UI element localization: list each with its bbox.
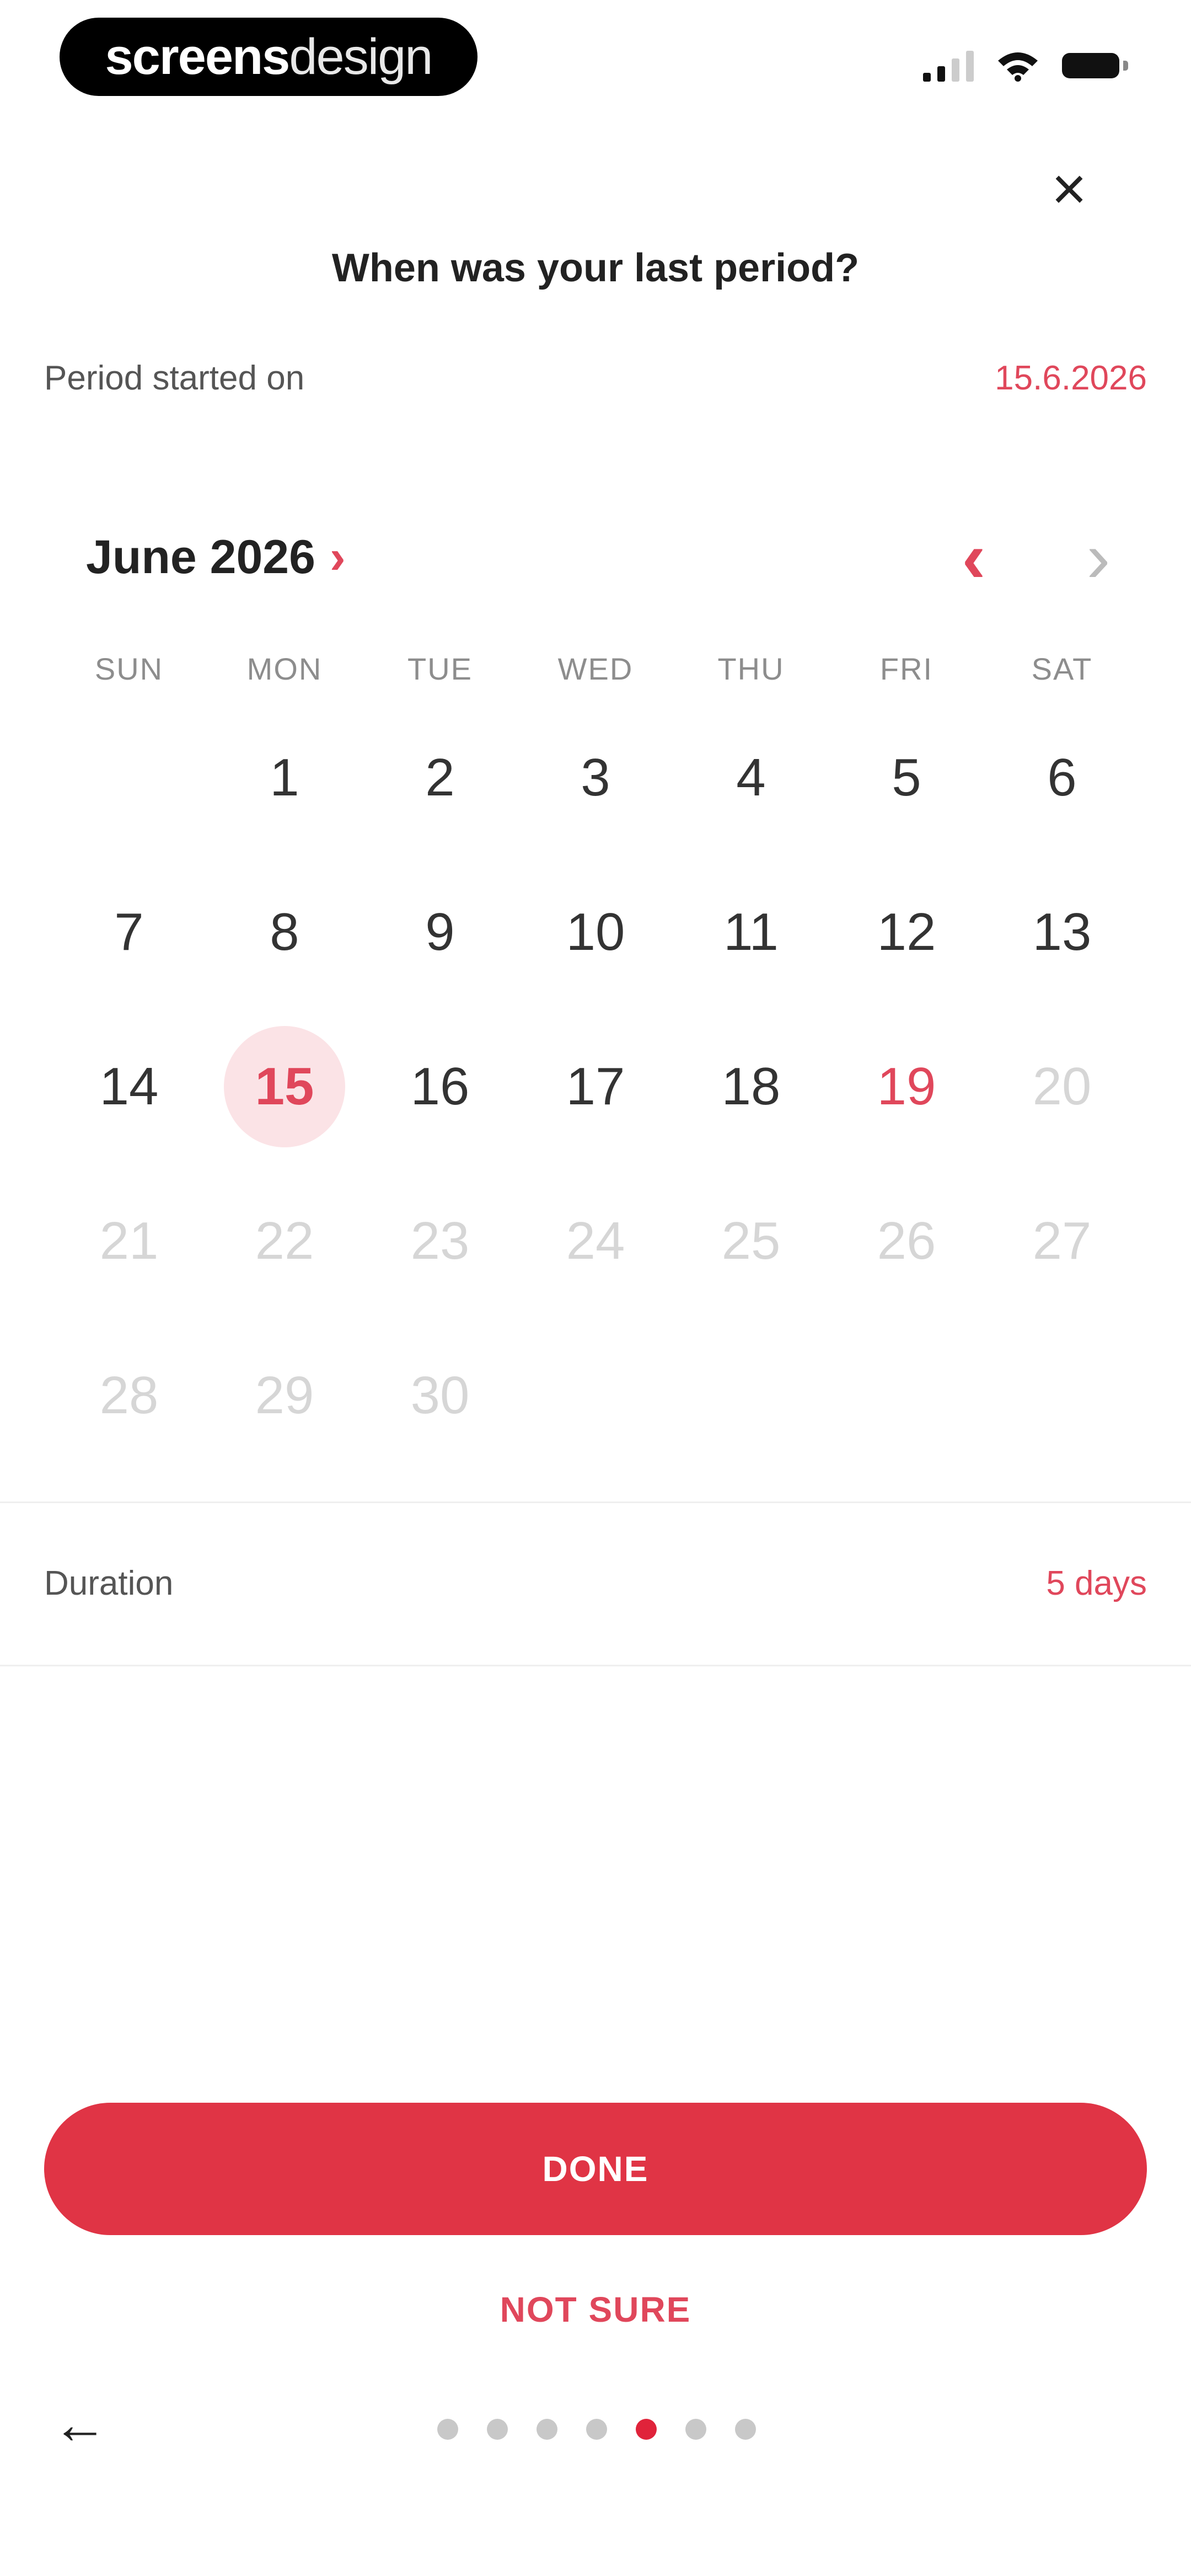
month-selector[interactable]: June 2026 › bbox=[86, 530, 346, 585]
chevron-right-icon: › bbox=[1086, 517, 1110, 597]
screen: screensdesign × When was your last perio… bbox=[0, 0, 1191, 2576]
day-cell[interactable]: 18 bbox=[690, 1026, 812, 1147]
pagination-dot bbox=[586, 2419, 607, 2440]
day-cell-today[interactable]: 19 bbox=[846, 1026, 967, 1147]
day-cell-disabled: 25 bbox=[721, 1211, 781, 1270]
done-button[interactable]: DONE bbox=[44, 2103, 1147, 2235]
weekday-sun: SUN bbox=[94, 651, 164, 686]
day-cell-selected[interactable]: 15 bbox=[224, 1026, 345, 1147]
day-cell[interactable]: 8 bbox=[224, 872, 345, 993]
not-sure-button[interactable]: NOT SURE bbox=[0, 2289, 1191, 2330]
status-icons bbox=[923, 49, 1128, 82]
day-cell[interactable]: 6 bbox=[1001, 717, 1123, 838]
weekday-header: SUN MON TUE WED THU FRI SAT bbox=[0, 651, 1191, 695]
day-cell[interactable]: 2 bbox=[379, 717, 501, 838]
weekday-sat: SAT bbox=[1031, 651, 1093, 686]
weekday-mon: MON bbox=[246, 651, 323, 686]
day-cell-disabled: 27 bbox=[1032, 1211, 1092, 1270]
day-cell-disabled: 20 bbox=[1032, 1057, 1092, 1116]
day-cell-disabled: 23 bbox=[410, 1211, 470, 1270]
divider bbox=[0, 1501, 1191, 1503]
day-cell-disabled: 30 bbox=[410, 1366, 470, 1425]
weekday-fri: FRI bbox=[879, 651, 934, 686]
next-month-button[interactable]: › bbox=[1065, 517, 1131, 597]
chevron-left-icon: ‹ bbox=[962, 517, 986, 597]
page-title: When was your last period? bbox=[331, 246, 860, 290]
day-cell[interactable]: 4 bbox=[690, 717, 812, 838]
day-cell[interactable]: 14 bbox=[68, 1026, 190, 1147]
duration-label: Duration bbox=[44, 1564, 174, 1602]
brand-bold: screens bbox=[105, 29, 291, 85]
chevron-right-icon: › bbox=[329, 530, 346, 584]
duration-row[interactable]: Duration 5 days bbox=[44, 1550, 1147, 1616]
day-cell[interactable]: 10 bbox=[535, 872, 656, 993]
period-start-value: 15.6.2026 bbox=[995, 359, 1147, 397]
weekday-wed: WED bbox=[557, 651, 634, 686]
pagination-dots bbox=[0, 2419, 1191, 2441]
month-label: June 2026 bbox=[86, 530, 315, 584]
battery-icon bbox=[1062, 53, 1128, 78]
pagination-dot bbox=[537, 2419, 557, 2440]
day-cell[interactable]: 7 bbox=[68, 872, 190, 993]
close-icon: × bbox=[1051, 155, 1087, 223]
period-start-label: Period started on bbox=[44, 359, 305, 397]
wifi-icon bbox=[998, 52, 1038, 82]
pagination-dot-active bbox=[636, 2419, 657, 2440]
day-cell[interactable]: 1 bbox=[224, 717, 345, 838]
day-cell[interactable]: 16 bbox=[379, 1026, 501, 1147]
pagination-dot bbox=[487, 2419, 508, 2440]
day-cell-disabled: 29 bbox=[255, 1366, 314, 1425]
close-button[interactable]: × bbox=[1040, 155, 1098, 223]
day-cell[interactable]: 17 bbox=[535, 1026, 656, 1147]
day-cell-disabled: 28 bbox=[99, 1366, 159, 1425]
status-bar: screensdesign bbox=[0, 0, 1191, 121]
divider bbox=[0, 1665, 1191, 1666]
day-cell-disabled: 22 bbox=[255, 1211, 314, 1270]
day-cell[interactable]: 13 bbox=[1001, 872, 1123, 993]
day-cell[interactable]: 5 bbox=[846, 717, 967, 838]
day-cell[interactable]: 11 bbox=[690, 872, 812, 993]
day-cell-disabled: 26 bbox=[877, 1211, 936, 1270]
day-cell[interactable]: 9 bbox=[379, 872, 501, 993]
previous-month-button[interactable]: ‹ bbox=[941, 517, 1007, 597]
signal-icon bbox=[923, 49, 974, 82]
pagination-dot bbox=[437, 2419, 458, 2440]
weekday-tue: TUE bbox=[407, 651, 473, 686]
duration-value: 5 days bbox=[1046, 1564, 1147, 1602]
pagination-dot bbox=[735, 2419, 756, 2440]
pagination-dot bbox=[685, 2419, 706, 2440]
day-cell-disabled: 21 bbox=[99, 1211, 159, 1270]
weekday-thu: THU bbox=[717, 651, 785, 686]
brand-logo: screensdesign bbox=[60, 18, 478, 96]
day-cell[interactable]: 12 bbox=[846, 872, 967, 993]
period-start-row[interactable]: Period started on 15.6.2026 bbox=[44, 345, 1147, 411]
brand-light: design bbox=[289, 29, 433, 85]
day-cell[interactable]: 3 bbox=[535, 717, 656, 838]
brand-logo-text: screensdesign bbox=[105, 29, 433, 85]
day-cell-disabled: 24 bbox=[566, 1211, 625, 1270]
